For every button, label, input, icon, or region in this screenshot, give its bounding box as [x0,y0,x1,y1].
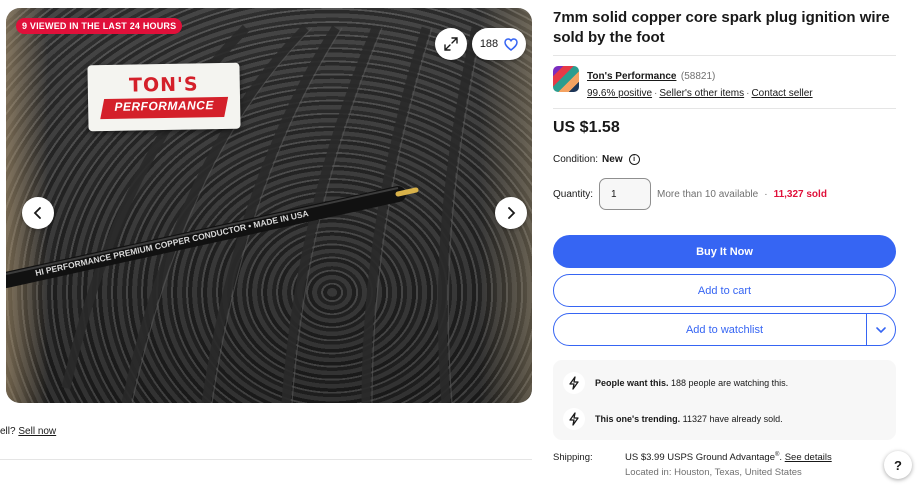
quantity-input[interactable] [599,178,652,210]
quantity-label: Quantity: [553,188,594,200]
chevron-right-icon [508,207,516,219]
add-to-cart-button[interactable]: Add to cart [553,274,896,307]
item-price: US $1.58 [553,119,620,136]
seller-other-items-link[interactable]: Seller's other items [659,88,744,99]
signal-watching: People want this. 188 people are watchin… [563,372,788,394]
heart-icon [504,37,518,51]
contact-seller-link[interactable]: Contact seller [751,88,812,99]
watch-count: 188 [479,38,499,50]
availability-text: More than 10 available [657,188,759,200]
shipping-cost: US $3.99 USPS Ground Advantage [625,452,775,464]
add-to-watchlist-button[interactable]: Add to watchlist [553,313,896,346]
quantity-row: Quantity: More than 10 available · 11,32… [553,178,827,210]
signal-bold: People want this. [595,378,669,388]
buy-it-now-button[interactable]: Buy It Now [553,235,896,268]
item-location: Located in: Houston, Texas, United State… [625,467,802,479]
brand-logo-card: TON'S PERFORMANCE [87,62,241,132]
shipping-row: Shipping: US $3.99 USPS Ground Advantage… [553,452,832,479]
seller-positive-link[interactable]: 99.6% positive [587,88,652,99]
seller-feedback-count: (58821) [680,71,716,82]
separator: · [746,88,750,99]
left-divider [0,459,532,460]
info-icon[interactable]: i [628,154,640,165]
seller-avatar[interactable] [553,66,579,92]
sell-now-link[interactable]: Sell now [18,426,56,437]
sell-one-line: ell? Sell now [0,426,56,437]
shipping-label: Shipping: [553,452,593,463]
watchlist-divider [866,314,867,345]
condition-label: Condition: [553,154,599,165]
watchlist-label: Add to watchlist [685,323,764,336]
next-image-button[interactable] [495,197,527,229]
seller-info: Ton's Performance (58821) 99.6% positive… [553,66,896,99]
seller-name-link[interactable]: Ton's Performance [587,71,676,82]
condition-value: New [602,154,623,165]
signal-text: 188 people are watching this. [671,378,789,388]
chevron-down-icon[interactable] [875,324,887,336]
sell-prefix: ell? [0,426,16,437]
sold-count: 11,327 sold [773,188,827,200]
buy-box: 7mm solid copper core spark plug ignitio… [553,8,896,478]
signal-bold: This one's trending. [595,414,681,424]
logo-bottom-text: PERFORMANCE [114,98,215,114]
condition-row: Condition: New i [553,154,640,165]
separator: · [764,188,768,200]
seller-divider [553,108,896,109]
separator: · [654,88,658,99]
listing-title: 7mm solid copper core spark plug ignitio… [553,9,890,46]
expand-image-button[interactable] [435,28,467,60]
urgency-signals: People want this. 188 people are watchin… [553,360,896,440]
previous-image-button[interactable] [22,197,54,229]
lightning-icon [563,408,585,430]
wire-print-text: HI PERFORMANCE PREMIUM COPPER CONDUCTOR … [34,208,309,278]
signal-trending: This one's trending. 11327 have already … [563,408,783,430]
chevron-left-icon [33,207,41,219]
lightning-icon [563,372,585,394]
product-photo: HI PERFORMANCE PREMIUM COPPER CONDUCTOR … [6,24,483,403]
viewed-badge: 9 VIEWED IN THE LAST 24 HOURS [16,18,183,34]
logo-top-text: TON'S [128,73,199,97]
see-details-link[interactable]: See details [785,452,832,463]
product-image-gallery[interactable]: HI PERFORMANCE PREMIUM COPPER CONDUCTOR … [6,8,532,403]
help-button[interactable]: ? [884,451,912,479]
watch-count-button[interactable]: 188 [472,28,526,60]
signal-text: 11327 have already sold. [682,414,783,424]
expand-icon [444,37,458,51]
title-divider [553,55,896,56]
